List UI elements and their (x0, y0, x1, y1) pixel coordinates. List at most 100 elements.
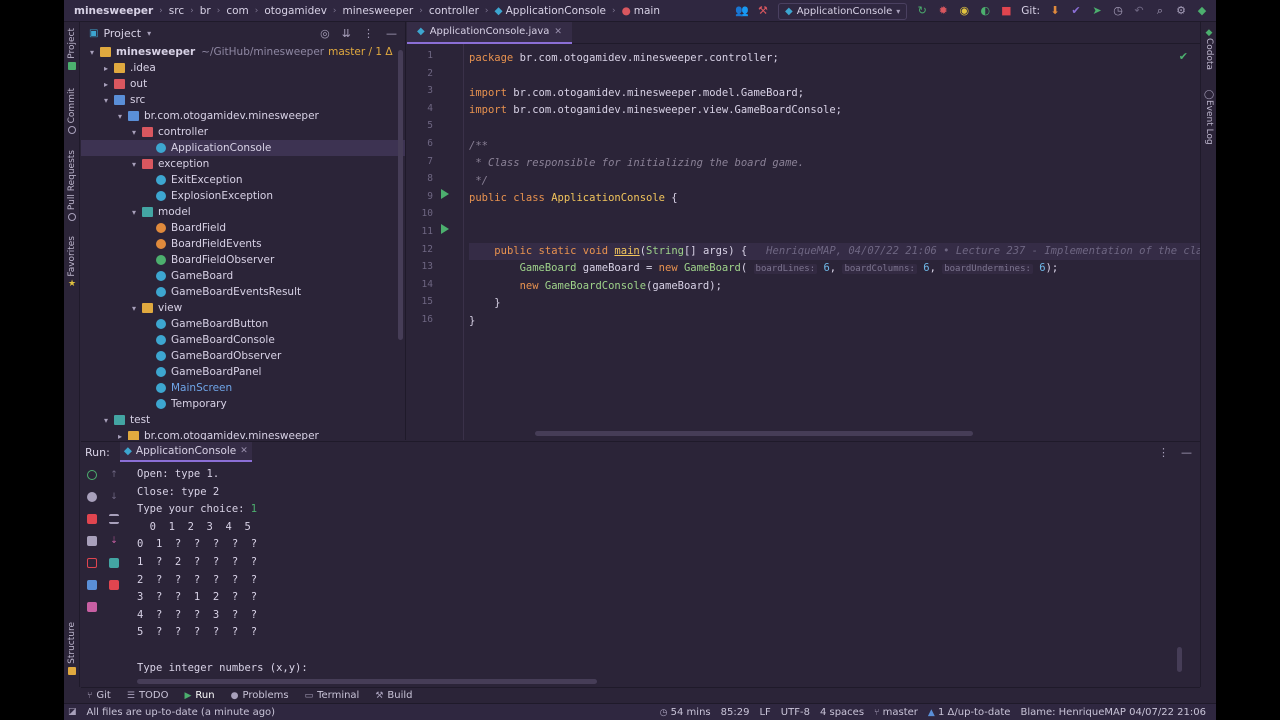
tab-structure[interactable]: Structure (65, 622, 79, 675)
soft-wrap-icon[interactable] (109, 514, 119, 524)
run-configuration-select[interactable]: ◆ ApplicationConsole ▾ (777, 2, 908, 20)
more-options-icon[interactable]: ⋮ (363, 27, 374, 40)
chevron-down-icon[interactable]: ▾ (129, 128, 139, 137)
tool-tab-git[interactable]: ⑂ Git (87, 690, 111, 701)
stop-icon[interactable]: ■ (1000, 5, 1012, 17)
breadcrumb-item[interactable]: ApplicationConsole (506, 5, 606, 17)
status-position[interactable]: 85:29 (721, 707, 750, 718)
tree-item[interactable]: GameBoardConsole (81, 332, 405, 348)
breadcrumb-item[interactable]: otogamidev (264, 5, 327, 17)
project-panel-title[interactable]: Project (103, 27, 141, 40)
ide-update-icon[interactable]: ◆ (1196, 5, 1208, 17)
tab-favorites[interactable]: Favorites ★ (65, 236, 79, 289)
status-encoding[interactable]: UTF-8 (781, 707, 810, 718)
tree-item[interactable]: ▾ controller (81, 124, 405, 140)
console-output[interactable]: Open: type 1. Close: type 2 Type your choi… (137, 464, 1187, 679)
run-gutter-icon[interactable] (441, 224, 449, 234)
close-icon[interactable]: ✕ (240, 446, 248, 456)
chevron-right-icon[interactable]: ▸ (101, 64, 111, 73)
breadcrumb-item[interactable]: src (169, 5, 184, 17)
tree-item[interactable]: GameBoardObserver (81, 348, 405, 364)
tab-codota[interactable]: ◆ Codota (1202, 28, 1216, 70)
debug-icon[interactable]: ✹ (937, 5, 949, 17)
breadcrumb-item[interactable]: main (634, 5, 660, 17)
tab-run-application-console[interactable]: ◆ ApplicationConsole ✕ (119, 442, 252, 462)
exit-icon[interactable] (87, 558, 97, 568)
chevron-right-icon[interactable]: ▸ (115, 432, 125, 441)
chevron-down-icon[interactable]: ▾ (101, 416, 111, 425)
status-line-separator[interactable]: LF (759, 707, 770, 718)
chevron-down-icon[interactable]: ▾ (101, 96, 111, 105)
users-icon[interactable]: 👥 (735, 5, 749, 17)
tab-commit[interactable]: Commit (65, 88, 79, 135)
chevron-down-icon[interactable]: ▾ (147, 29, 151, 38)
tool-tab-run[interactable]: ▶ Run (185, 690, 215, 701)
scroll-to-end-icon[interactable]: ⇣ (109, 536, 119, 546)
tool-tab-problems[interactable]: ● Problems (231, 690, 289, 701)
tool-tab-terminal[interactable]: ▭ Terminal (305, 690, 360, 701)
tab-application-console[interactable]: ◆ ApplicationConsole.java ✕ (407, 22, 572, 44)
print-icon[interactable] (109, 558, 119, 568)
tree-item[interactable]: ▾ test (81, 412, 405, 428)
tree-item[interactable]: BoardField (81, 220, 405, 236)
tree-item[interactable]: BoardFieldObserver (81, 252, 405, 268)
rerun-icon[interactable] (87, 470, 97, 480)
update-project-icon[interactable]: ⬇ (1049, 5, 1061, 17)
profile-icon[interactable]: ◐ (979, 5, 991, 17)
project-scrollbar[interactable] (398, 50, 403, 340)
settings-icon[interactable]: ⚙ (1175, 5, 1187, 17)
tree-item[interactable]: ▸ .idea (81, 60, 405, 76)
chevron-down-icon[interactable]: ▾ (115, 112, 125, 121)
collapse-all-icon[interactable]: ⇊ (342, 27, 351, 40)
arrow-down-icon[interactable]: ↓ (109, 492, 119, 502)
status-vcs[interactable]: ▲ 1 Δ/up-to-date (928, 707, 1011, 718)
run-gutter-icon[interactable] (441, 189, 449, 199)
status-time[interactable]: ◷ 54 mins (660, 707, 711, 718)
tree-item[interactable]: GameBoardPanel (81, 364, 405, 380)
breadcrumb-item[interactable]: controller (429, 5, 479, 17)
rerun-icon[interactable]: ↻ (916, 5, 928, 17)
pin-icon[interactable] (87, 602, 97, 612)
chevron-down-icon[interactable]: ▾ (129, 208, 139, 217)
breadcrumb-item[interactable]: com (226, 5, 248, 17)
status-branch[interactable]: ⑂ master (874, 707, 918, 718)
tree-item[interactable]: MainScreen (81, 380, 405, 396)
status-icon[interactable]: ◪ (68, 707, 77, 717)
tab-event-log[interactable]: ◯ Event Log (1202, 90, 1216, 145)
chevron-down-icon[interactable]: ▾ (129, 304, 139, 313)
tree-item[interactable]: ▾ exception (81, 156, 405, 172)
stop-icon[interactable] (87, 514, 97, 524)
rollback-icon[interactable]: ↶ (1133, 5, 1145, 17)
tree-item[interactable]: Temporary (81, 396, 405, 412)
tree-item[interactable]: ▾ model (81, 204, 405, 220)
tab-pull-requests[interactable]: Pull Requests (65, 150, 79, 222)
search-icon[interactable]: ⌕ (1154, 5, 1166, 17)
tree-item[interactable]: ▾ view (81, 300, 405, 316)
tree-item[interactable]: ▾ src (81, 92, 405, 108)
tree-root[interactable]: ▾ minesweeper ~/GitHub/minesweeper maste… (81, 44, 405, 60)
history-icon[interactable]: ◷ (1112, 5, 1124, 17)
breadcrumb-item[interactable]: br (200, 5, 211, 17)
console-vscrollbar[interactable] (1177, 647, 1182, 672)
tree-item[interactable]: GameBoardEventsResult (81, 284, 405, 300)
editor-hscrollbar[interactable] (535, 431, 973, 436)
tree-item[interactable]: GameBoardButton (81, 316, 405, 332)
coverage-icon[interactable]: ◉ (958, 5, 970, 17)
status-blame[interactable]: Blame: HenriqueMAP 04/07/22 21:06 (1020, 707, 1206, 718)
chevron-down-icon[interactable]: ▾ (129, 160, 139, 169)
tree-item[interactable]: GameBoard (81, 268, 405, 284)
tree-item[interactable]: ▸ out (81, 76, 405, 92)
tree-item[interactable]: ApplicationConsole (81, 140, 405, 156)
camera-icon[interactable] (87, 536, 97, 546)
status-message[interactable]: All files are up-to-date (a minute ago) (87, 707, 276, 718)
settings-icon[interactable] (87, 492, 97, 502)
tree-item[interactable]: ▸ br.com.otogamidev.minesweeper (81, 428, 405, 440)
status-indent[interactable]: 4 spaces (820, 707, 864, 718)
breadcrumb-item[interactable]: minesweeper (74, 5, 153, 17)
trash-icon[interactable] (109, 580, 119, 590)
hide-icon[interactable]: — (1181, 446, 1192, 459)
target-icon[interactable]: ◎ (320, 27, 330, 40)
push-icon[interactable]: ➤ (1091, 5, 1103, 17)
layout-icon[interactable] (87, 580, 97, 590)
chevron-right-icon[interactable]: ▸ (101, 80, 111, 89)
